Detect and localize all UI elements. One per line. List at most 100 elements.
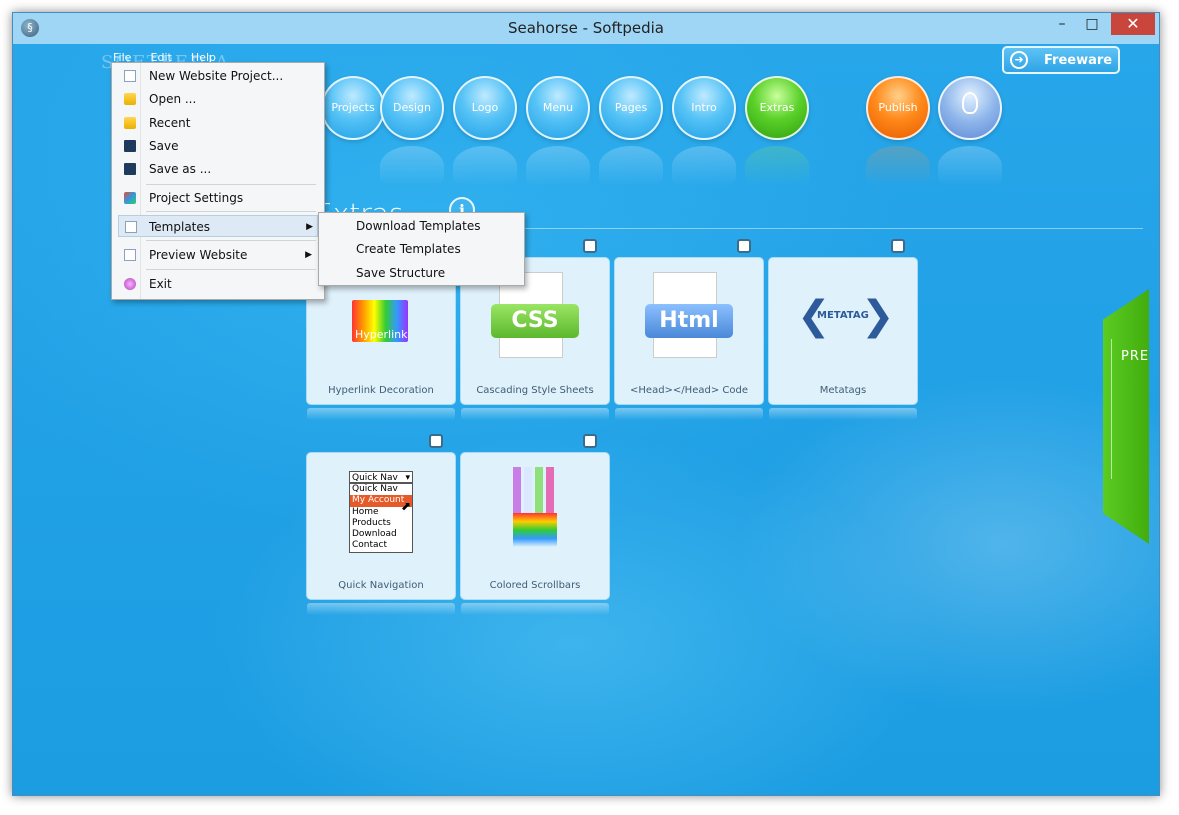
css-badge: CSS bbox=[491, 304, 579, 338]
card-checkbox[interactable] bbox=[891, 239, 905, 253]
menu-item-label: Project Settings bbox=[149, 191, 244, 205]
preview-tab[interactable]: PREVIEW bbox=[1103, 289, 1149, 544]
menu-separator bbox=[146, 184, 316, 185]
menu-item-save[interactable]: Save bbox=[112, 135, 322, 157]
extra-card-colored-scrollbars[interactable]: Colored Scrollbars bbox=[461, 434, 609, 599]
file-menu-dropdown: New Website Project... Open ... Recent S… bbox=[111, 62, 325, 300]
extra-card-quick-navigation[interactable]: Quick Nav ▾ Quick Nav My Account Home Pr… bbox=[307, 434, 455, 599]
list-item: Quick Nav bbox=[352, 484, 398, 494]
nav-menu[interactable]: Menu bbox=[526, 76, 590, 140]
mouse-cursor-icon: ⬈ bbox=[401, 499, 412, 513]
card-reflection bbox=[461, 603, 609, 615]
nav-reflection bbox=[380, 146, 444, 186]
submenu-arrow-icon: ▶ bbox=[306, 222, 313, 232]
settings-icon bbox=[124, 192, 136, 204]
menu-item-label: Templates bbox=[149, 220, 211, 234]
preview-tab-label: PREVIEW bbox=[1121, 349, 1159, 364]
card-label: Hyperlink Decoration bbox=[328, 385, 434, 396]
quick-nav-thumbnail: Quick Nav ▾ Quick Nav My Account Home Pr… bbox=[307, 453, 455, 563]
nav-reflection bbox=[745, 146, 809, 186]
menu-item-exit[interactable]: Exit bbox=[112, 273, 322, 295]
menu-item-save-as[interactable]: Save as ... bbox=[112, 158, 322, 180]
nav-logo[interactable]: Logo bbox=[453, 76, 517, 140]
submenu-item-save-structure[interactable]: Save Structure bbox=[356, 262, 445, 284]
list-item: Products bbox=[352, 517, 391, 528]
scrollbar-sample bbox=[535, 467, 543, 513]
menu-item-open[interactable]: Open ... bbox=[112, 88, 322, 110]
hyperlink-sample-text: Hyperlink bbox=[355, 328, 408, 341]
preview-icon bbox=[124, 249, 136, 261]
list-item: Download bbox=[352, 529, 397, 540]
menu-item-label: Exit bbox=[149, 277, 172, 291]
scrollbars-thumbnail bbox=[461, 453, 609, 563]
templates-icon bbox=[125, 221, 137, 233]
menu-separator bbox=[146, 240, 316, 241]
title-bar: § Seahorse - Softpedia – □ ✕ bbox=[13, 13, 1159, 44]
extra-card-metatags[interactable]: ❮ METATAG ❯ Metatags bbox=[769, 239, 917, 404]
extra-card-head-code[interactable]: Html <Head></Head> Code bbox=[615, 239, 763, 404]
html-badge: Html bbox=[645, 304, 733, 338]
submenu-arrow-icon: ▶ bbox=[305, 250, 312, 260]
close-icon[interactable]: ✕ bbox=[1111, 13, 1155, 35]
power-icon bbox=[124, 278, 136, 290]
card-reflection bbox=[769, 408, 917, 420]
new-project-icon bbox=[124, 70, 136, 82]
card-checkbox[interactable] bbox=[737, 239, 751, 253]
nav-reflection bbox=[938, 146, 1002, 186]
chevron-right-icon: ❯ bbox=[861, 293, 895, 339]
list-item: Contact bbox=[352, 540, 388, 551]
lightbulb-icon bbox=[962, 92, 978, 114]
dropdown-sample: Quick Nav ▾ bbox=[349, 471, 413, 483]
card-checkbox[interactable] bbox=[583, 434, 597, 448]
menu-separator bbox=[146, 269, 316, 270]
nav-design[interactable]: Design bbox=[380, 76, 444, 140]
nav-pages[interactable]: Pages bbox=[599, 76, 663, 140]
menu-item-label: Recent bbox=[149, 116, 191, 130]
save-icon bbox=[124, 140, 136, 152]
preview-tab-line bbox=[1111, 339, 1112, 479]
nav-projects[interactable]: Projects bbox=[321, 76, 385, 140]
submenu-item-download-templates[interactable]: Download Templates bbox=[356, 215, 480, 237]
card-checkbox[interactable] bbox=[429, 434, 443, 448]
menu-item-templates[interactable]: Templates ▶ bbox=[118, 215, 318, 237]
maximize-icon[interactable]: □ bbox=[1077, 13, 1107, 35]
menu-item-preview-website[interactable]: Preview Website ▶ bbox=[112, 244, 322, 266]
menu-item-label: Save bbox=[149, 139, 179, 153]
card-reflection bbox=[461, 408, 609, 420]
card-label: <Head></Head> Code bbox=[630, 385, 748, 396]
minimize-icon[interactable]: – bbox=[1047, 13, 1077, 35]
nav-reflection bbox=[599, 146, 663, 186]
tips-button[interactable] bbox=[938, 76, 1002, 140]
card-checkbox[interactable] bbox=[583, 239, 597, 253]
menu-item-label: Open ... bbox=[149, 92, 197, 106]
metatag-thumbnail: ❮ METATAG ❯ bbox=[769, 258, 917, 368]
nav-intro[interactable]: Intro bbox=[672, 76, 736, 140]
window-title: Seahorse - Softpedia bbox=[507, 19, 664, 37]
nav-reflection bbox=[526, 146, 590, 186]
menu-separator bbox=[146, 211, 316, 212]
card-label: Cascading Style Sheets bbox=[476, 385, 594, 396]
submenu-item-create-templates[interactable]: Create Templates bbox=[356, 238, 461, 260]
menu-item-project-settings[interactable]: Project Settings bbox=[112, 187, 322, 209]
menu-item-label: New Website Project... bbox=[149, 69, 284, 83]
nav-reflection bbox=[453, 146, 517, 186]
nav-extras[interactable]: Extras bbox=[745, 76, 809, 140]
nav-reflection bbox=[866, 146, 930, 186]
templates-submenu: Download Templates Create Templates Save… bbox=[318, 212, 525, 286]
freeware-button[interactable]: ➜ Freeware bbox=[1002, 46, 1120, 74]
scrollbar-sample bbox=[513, 467, 521, 513]
folder-icon bbox=[124, 117, 136, 129]
html-thumbnail: Html bbox=[615, 258, 763, 368]
card-label: Quick Navigation bbox=[338, 580, 424, 591]
rainbow-gradient bbox=[513, 513, 557, 547]
folder-icon bbox=[124, 93, 136, 105]
menu-item-recent[interactable]: Recent bbox=[112, 112, 322, 134]
dropdown-list-sample: Quick Nav My Account Home Products Downl… bbox=[349, 483, 413, 553]
dropdown-sample-value: Quick Nav bbox=[352, 473, 398, 483]
nav-publish[interactable]: Publish bbox=[866, 76, 930, 140]
card-label: Colored Scrollbars bbox=[489, 580, 581, 591]
save-as-icon bbox=[124, 163, 136, 175]
scrollbar-sample bbox=[524, 467, 532, 513]
menu-item-new-website-project[interactable]: New Website Project... bbox=[112, 65, 322, 87]
card-label: Metatags bbox=[819, 385, 867, 396]
